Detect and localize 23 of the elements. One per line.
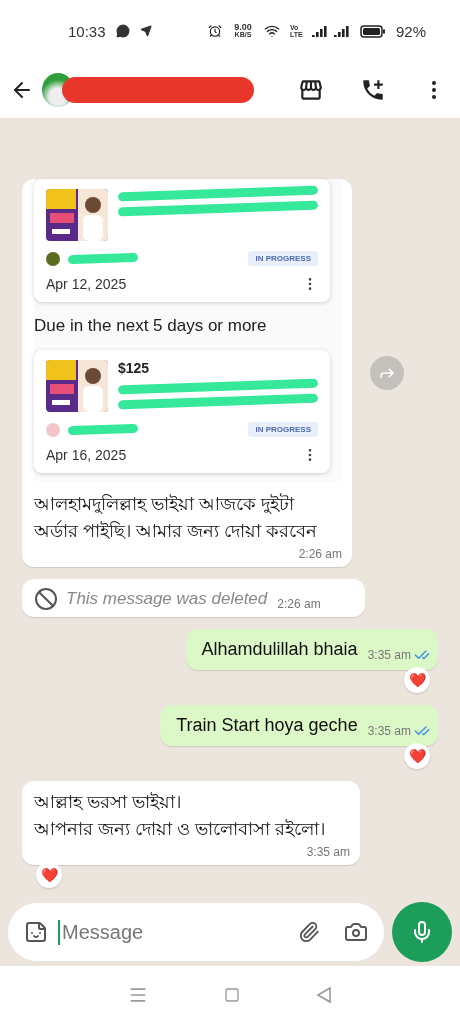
heart-reaction: ❤ [36,862,62,888]
battery-level: 92% [395,22,426,40]
message-time: 3:35 am [367,648,411,662]
section-heading: Due in the next 5 days or more [34,316,268,336]
message-text: Alhamdulillah bhaia [201,638,358,661]
status-badge: IN PROGRESS [248,422,318,437]
deleted-notice: This message was deleted [66,589,268,609]
message-text: আলহামদুলিল্লাহ ভাইয়া আজকে দুইটা অর্ডার পাইছি। আমার জন্য দোয়া করবেন [34,492,318,543]
order-date: Apr 12, 2025 [46,276,127,292]
heart-reaction: ❤ [404,667,430,693]
order-date: Apr 16, 2025 [46,447,127,463]
message-time: 2:26 am [298,547,342,561]
status-badge: IN PROGRESS [248,251,318,266]
message-text: Train Start hoya geche [176,714,358,737]
message-input[interactable]: Message [58,919,288,945]
message-field[interactable]: Message [8,903,384,961]
status-time: 10:33 [68,22,106,40]
message-time: 3:35 am [306,845,350,859]
message-text: আল্লাহ ভরসা ভাইয়া। আপনার জন্য দোয়া ও ভালোবাসা রইলো। [34,791,326,841]
message-time: 2:26 am [277,597,321,611]
order-price: $125 [118,360,151,376]
message-time: 3:35 am [367,724,411,738]
heart-reaction: ❤ [404,743,430,769]
